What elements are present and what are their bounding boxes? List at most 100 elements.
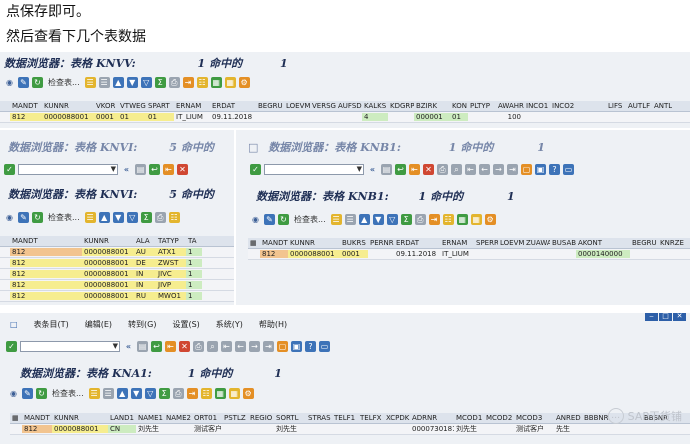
document-icon[interactable]: ☰ <box>84 76 96 88</box>
export-icon[interactable]: ⇥ <box>182 76 194 88</box>
column-header[interactable]: VTWEG <box>118 102 146 110</box>
check-table-button[interactable]: 检查表... <box>48 212 80 223</box>
column-header[interactable]: SPART <box>146 102 174 110</box>
find-icon[interactable]: ⌕ <box>451 163 462 175</box>
back-arrow-icon[interactable]: ↩ <box>151 340 162 352</box>
refresh-icon[interactable]: ↻ <box>278 213 289 225</box>
checkmark-icon[interactable]: ✓ <box>250 163 261 175</box>
checkmark-icon[interactable]: ✓ <box>6 340 17 352</box>
table-cell[interactable]: RU <box>134 292 156 300</box>
save-icon[interactable]: ▤ <box>381 163 392 175</box>
back-icon[interactable]: « <box>367 164 378 175</box>
maximize-icon[interactable]: □ <box>659 313 672 321</box>
table-row[interactable]: 812 0000088001 DE ZWST 1 <box>0 258 234 269</box>
table-cell[interactable]: 100 <box>496 113 524 121</box>
spreadsheet-icon[interactable]: ▦ <box>210 76 222 88</box>
column-header[interactable]: ANRED <box>554 414 582 422</box>
table-row[interactable]: 812 0000088001 IN JIVC 1 <box>0 269 234 280</box>
column-header[interactable]: KUNNR <box>288 239 340 247</box>
column-header[interactable]: ERDAT <box>394 239 440 247</box>
print-icon[interactable]: ⎙ <box>414 213 426 225</box>
table-cell[interactable]: 0000140000 <box>576 250 630 258</box>
shortcut-icon[interactable]: ▣ <box>535 163 546 175</box>
table-cell[interactable]: 0000088001 <box>288 250 340 258</box>
table-cell[interactable]: 01 <box>118 113 146 121</box>
table-cell[interactable]: IT_LIUM <box>174 113 210 121</box>
column-header[interactable]: BEGRU <box>630 239 658 247</box>
table-cell[interactable]: 1 <box>186 292 202 300</box>
table-cell[interactable]: 0000730181 <box>410 425 454 433</box>
grid-icon[interactable]: ▦ <box>224 76 236 88</box>
table-cell[interactable]: 1 <box>186 281 202 289</box>
table-cell[interactable]: ZWST <box>156 259 186 267</box>
filter-icon[interactable]: ▽ <box>144 387 156 399</box>
refresh-icon[interactable]: ↻ <box>32 211 43 223</box>
display-icon[interactable]: ◉ <box>250 214 261 225</box>
column-header[interactable]: BZIRK <box>414 102 450 110</box>
print-icon[interactable]: ⎙ <box>154 211 166 223</box>
layout-icon[interactable]: ☷ <box>442 213 454 225</box>
table-cell[interactable]: JIVP <box>156 281 186 289</box>
column-header[interactable]: KUNNR <box>52 414 108 422</box>
layout-icon[interactable]: ☷ <box>168 211 180 223</box>
sort-descending-icon[interactable]: ▼ <box>372 213 384 225</box>
column-header[interactable]: MCOD3 <box>514 414 554 422</box>
table-row[interactable]: 812 0000088001 RU MWO1 1 <box>0 291 234 302</box>
table-cell[interactable]: 测试客户 <box>514 424 554 434</box>
minimize-icon[interactable]: ‒ <box>645 313 658 321</box>
table-cell[interactable]: 1 <box>186 259 202 267</box>
select-all-icon[interactable]: ▦ <box>10 414 22 422</box>
print-icon[interactable]: ⎙ <box>168 76 180 88</box>
save-icon[interactable]: ▤ <box>135 163 146 175</box>
column-header[interactable]: MCOD2 <box>484 414 514 422</box>
sort-descending-icon[interactable]: ▼ <box>112 211 124 223</box>
table-cell[interactable]: IN <box>134 281 156 289</box>
table-row[interactable]: 812 0000088001 0001 09.11.2018 IT_LIUM 0… <box>248 249 690 260</box>
column-header[interactable]: AUTLF <box>626 102 652 110</box>
table-cell[interactable]: MWO1 <box>156 292 186 300</box>
column-header[interactable]: TELFX <box>358 414 384 422</box>
pencil-icon[interactable]: ✎ <box>18 211 29 223</box>
details-icon[interactable]: ☰ <box>98 76 110 88</box>
column-header[interactable]: STRAS <box>306 414 332 422</box>
table-cell[interactable]: 812 <box>260 250 288 258</box>
grid-icon[interactable]: ▦ <box>470 213 482 225</box>
display-icon[interactable]: ◉ <box>4 77 15 88</box>
sum-icon[interactable]: Σ <box>400 213 412 225</box>
table-cell[interactable]: CN <box>108 425 136 433</box>
column-header[interactable]: XCPDK <box>384 414 410 422</box>
table-row[interactable]: 812 0000088001 IN JIVP 1 <box>0 280 234 291</box>
column-header[interactable]: KALKS <box>362 102 388 110</box>
settings-icon[interactable]: ⚙ <box>484 213 496 225</box>
table-cell[interactable]: 812 <box>22 425 52 433</box>
table-cell[interactable]: IT_LIUM <box>440 250 474 258</box>
sort-ascending-icon[interactable]: ▲ <box>116 387 128 399</box>
previous-page-icon[interactable]: ← <box>479 163 490 175</box>
document-icon[interactable]: ☰ <box>88 387 100 399</box>
column-header[interactable]: LIFS <box>606 102 626 110</box>
column-header[interactable]: AWAHR <box>496 102 524 110</box>
column-header[interactable]: ZUAWA <box>524 239 550 247</box>
column-header[interactable]: LOEVM <box>284 102 310 110</box>
settings-icon[interactable]: ⚙ <box>242 387 254 399</box>
sum-icon[interactable]: Σ <box>154 76 166 88</box>
exit-icon[interactable]: ⇤ <box>163 163 174 175</box>
print-icon[interactable]: ⎙ <box>172 387 184 399</box>
menu-item-settings[interactable]: 设置(S) <box>172 319 199 330</box>
filter-icon[interactable]: ▽ <box>126 211 138 223</box>
table-cell[interactable]: 刘先生 <box>274 424 306 434</box>
next-page-icon[interactable]: → <box>493 163 504 175</box>
table-cell[interactable]: 09.11.2018 <box>210 113 256 121</box>
column-header[interactable]: TATYP <box>156 237 186 245</box>
cancel-icon[interactable]: ✕ <box>177 163 188 175</box>
first-page-icon[interactable]: ⇤ <box>221 340 232 352</box>
table-row[interactable]: 812 0000088001 AU ATX1 1 <box>0 247 234 258</box>
column-header[interactable]: PSTLZ <box>222 414 248 422</box>
column-header[interactable]: ORT01 <box>192 414 222 422</box>
print-icon[interactable]: ⎙ <box>193 340 204 352</box>
table-cell[interactable]: 0000088001 <box>82 292 134 300</box>
table-cell[interactable]: 刘先生 <box>454 424 484 434</box>
help-icon[interactable]: ? <box>549 163 560 175</box>
column-header[interactable]: ALA <box>134 237 156 245</box>
column-header[interactable]: REGIO <box>248 414 274 422</box>
